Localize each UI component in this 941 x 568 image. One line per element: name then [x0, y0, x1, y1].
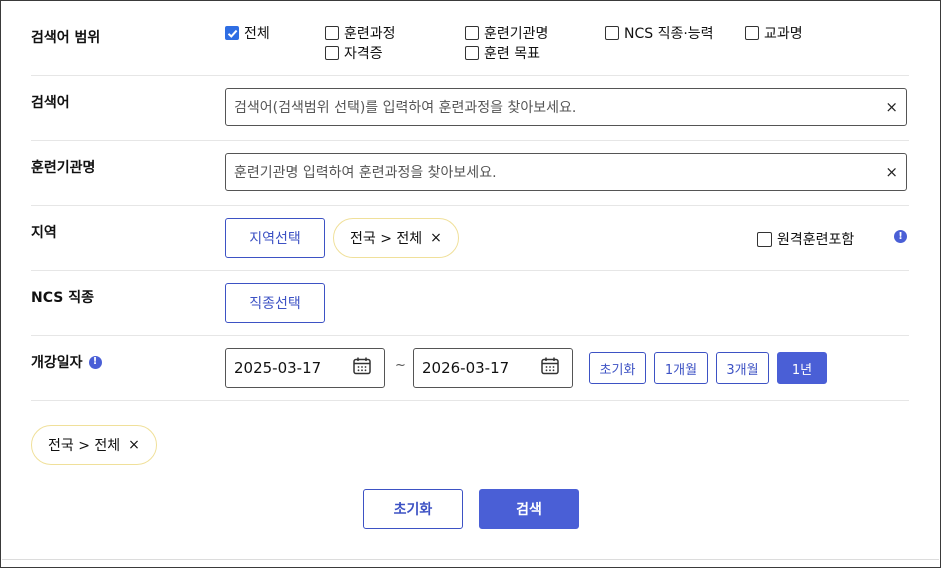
reset-button[interactable]: 초기화	[363, 489, 463, 529]
keyword-label: 검색어	[31, 95, 70, 111]
date-preset-1month[interactable]: 1개월	[654, 352, 708, 384]
institution-placeholder: 훈련기관명 입력하여 훈련과정을 찾아보세요.	[234, 165, 497, 181]
scope-option-certificate[interactable]: 자격증	[325, 43, 383, 63]
keyword-input[interactable]: 검색어(검색범위 선택)를 입력하여 훈련과정을 찾아보세요. ×	[225, 88, 907, 126]
scope-label: 검색어 범위	[31, 30, 101, 46]
start-date-input[interactable]: 2025-03-17	[225, 348, 385, 388]
institution-clear-icon[interactable]: ×	[879, 163, 898, 181]
ncs-row: NCS 직종 직종선택	[31, 271, 909, 336]
search-button[interactable]: 검색	[479, 489, 579, 529]
region-chip-label: 전국 > 전체	[350, 231, 423, 247]
selected-filter-chip: 전국 > 전체 ×	[31, 425, 157, 465]
checkbox-icon	[465, 46, 479, 60]
scope-option-ncs[interactable]: NCS 직종·능력	[605, 23, 714, 43]
search-filter-panel: 검색어 범위 전체 훈련과정 훈련기관명 NCS 직종·능력 교과명 자격증 훈…	[0, 0, 941, 568]
date-preset-1year[interactable]: 1년	[777, 352, 827, 384]
remote-info-icon[interactable]: !	[894, 230, 907, 243]
checkbox-checked-icon	[225, 26, 239, 40]
bottom-divider	[2, 559, 939, 560]
institution-input[interactable]: 훈련기관명 입력하여 훈련과정을 찾아보세요. ×	[225, 153, 907, 191]
checkbox-icon	[325, 26, 339, 40]
scope-option-goal[interactable]: 훈련 목표	[465, 43, 540, 63]
date-range-separator: ~	[395, 358, 406, 373]
checkbox-icon	[605, 26, 619, 40]
scope-row: 검색어 범위 전체 훈련과정 훈련기관명 NCS 직종·능력 교과명 자격증 훈…	[31, 1, 909, 76]
checkbox-icon	[745, 26, 759, 40]
region-chip-close-icon[interactable]: ×	[430, 230, 442, 246]
ncs-select-button[interactable]: 직종선택	[225, 283, 325, 323]
checkbox-icon	[465, 26, 479, 40]
scope-option-institution[interactable]: 훈련기관명	[465, 23, 548, 43]
scope-option-all[interactable]: 전체	[225, 23, 270, 43]
date-label: 개강일자 !	[31, 352, 102, 372]
keyword-row: 검색어 검색어(검색범위 선택)를 입력하여 훈련과정을 찾아보세요. ×	[31, 76, 909, 141]
ncs-label: NCS 직종	[31, 290, 94, 306]
date-info-icon[interactable]: !	[88, 355, 102, 369]
selected-filter-close-icon[interactable]: ×	[128, 437, 140, 453]
date-row: 개강일자 ! 2025-03-17 ~ 2026-03-17 초기화 1개월 3…	[31, 336, 909, 401]
selected-filter-label: 전국 > 전체	[48, 438, 121, 454]
region-row: 지역 지역선택 전국 > 전체 × 원격훈련포함 !	[31, 206, 909, 271]
keyword-clear-icon[interactable]: ×	[879, 98, 898, 116]
region-label: 지역	[31, 225, 57, 241]
calendar-icon[interactable]	[540, 356, 560, 380]
checkbox-icon	[757, 231, 772, 247]
date-preset-reset[interactable]: 초기화	[589, 352, 646, 384]
scope-option-course[interactable]: 훈련과정	[325, 23, 396, 43]
end-date-input[interactable]: 2026-03-17	[413, 348, 573, 388]
institution-row: 훈련기관명 훈련기관명 입력하여 훈련과정을 찾아보세요. ×	[31, 141, 909, 206]
calendar-icon[interactable]	[352, 356, 372, 380]
checkbox-icon	[325, 46, 339, 60]
scope-option-subject[interactable]: 교과명	[745, 23, 803, 43]
region-select-button[interactable]: 지역선택	[225, 218, 325, 258]
start-date-value: 2025-03-17	[234, 359, 322, 377]
region-chip: 전국 > 전체 ×	[333, 218, 459, 258]
institution-label: 훈련기관명	[31, 160, 96, 176]
date-preset-3month[interactable]: 3개월	[716, 352, 769, 384]
remote-training-checkbox[interactable]: 원격훈련포함	[757, 229, 854, 249]
end-date-value: 2026-03-17	[422, 359, 510, 377]
keyword-placeholder: 검색어(검색범위 선택)를 입력하여 훈련과정을 찾아보세요.	[234, 100, 577, 116]
